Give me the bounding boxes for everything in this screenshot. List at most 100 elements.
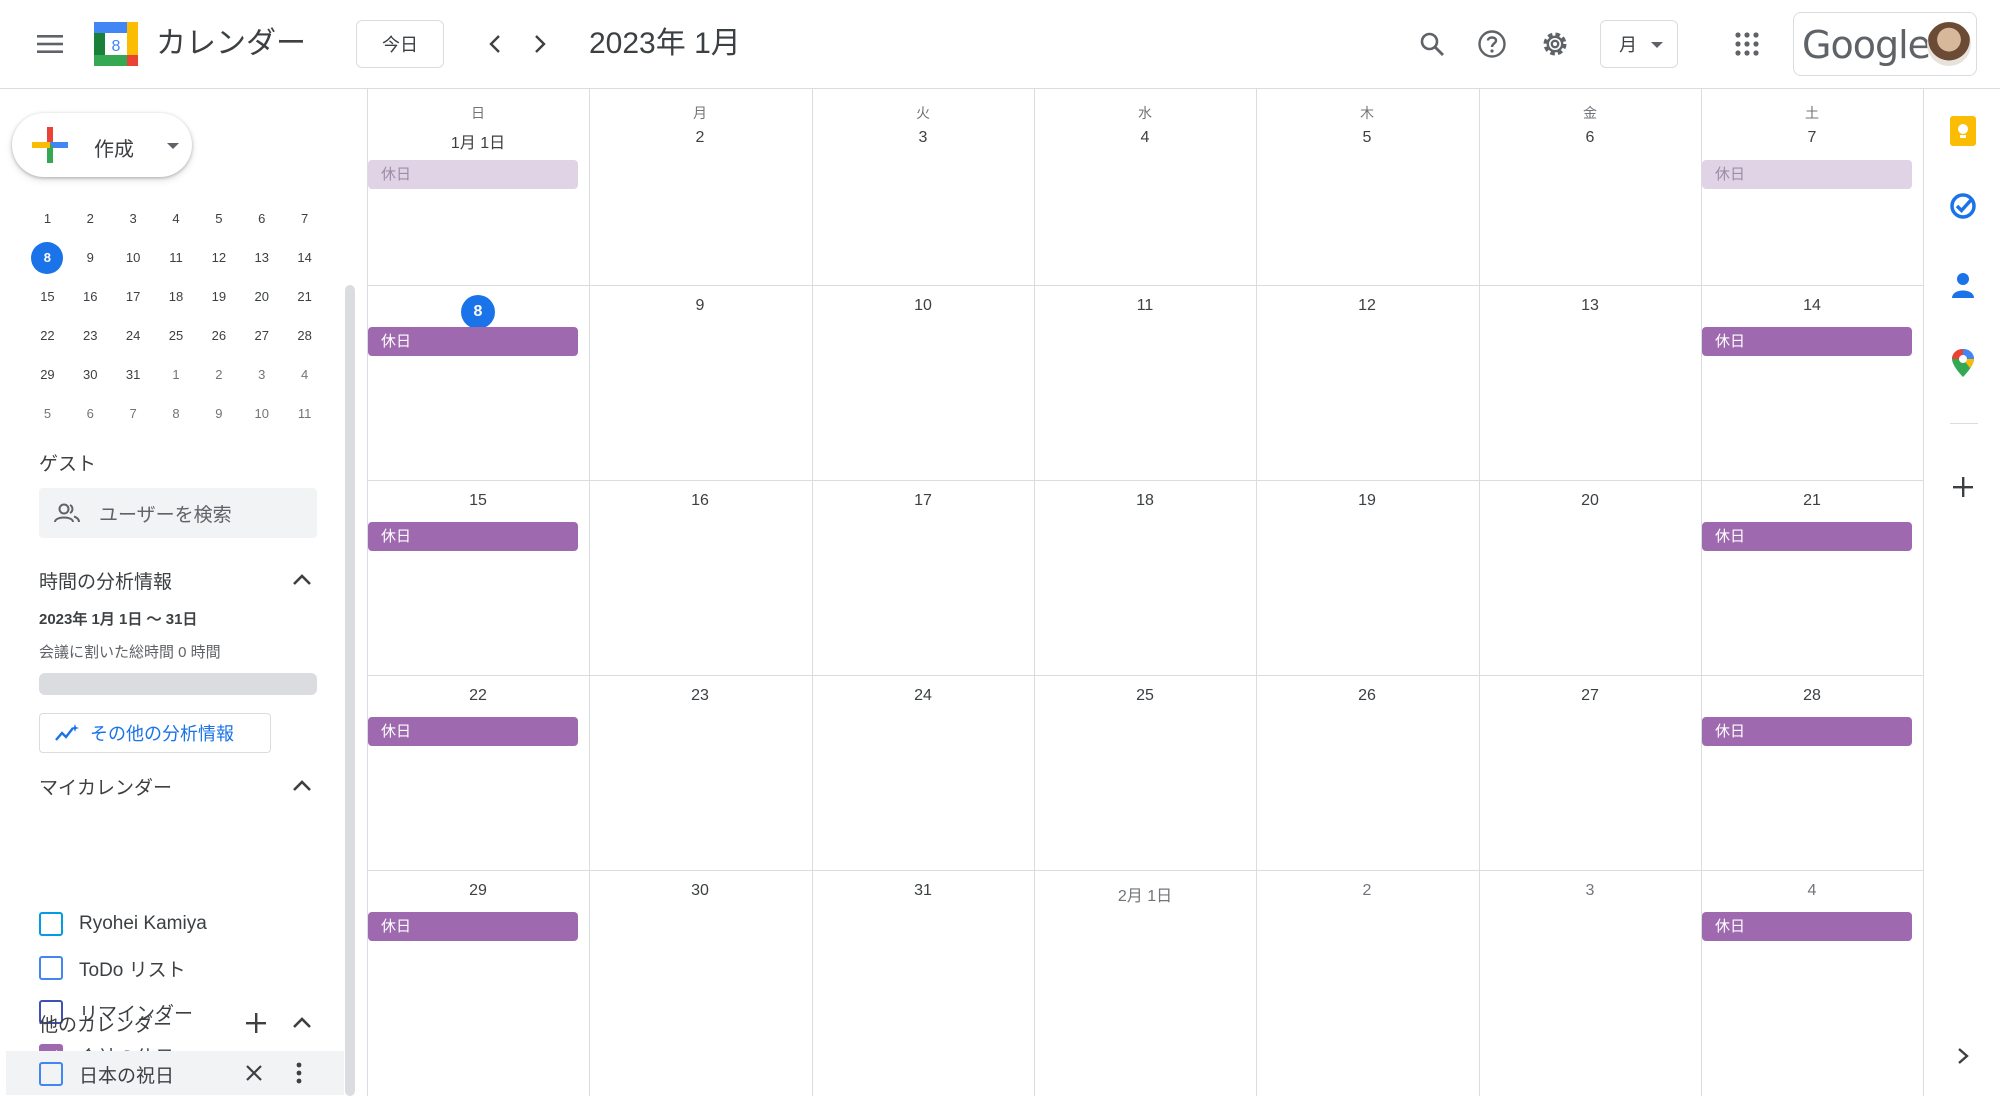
mini-calendar-day[interactable]: 20 <box>240 277 283 316</box>
sidebar-scrollbar[interactable] <box>345 285 355 1096</box>
mini-calendar-day[interactable]: 14 <box>283 238 326 277</box>
date-number[interactable]: 21 <box>1701 492 1923 510</box>
mini-calendar-day[interactable]: 13 <box>240 238 283 277</box>
create-button[interactable]: 作成 <box>12 113 192 177</box>
date-number[interactable]: 16 <box>589 492 811 510</box>
maps-icon[interactable] <box>1943 343 1983 383</box>
apps-grid-icon[interactable] <box>1727 24 1767 64</box>
mini-calendar-day[interactable]: 1 <box>26 199 69 238</box>
calendar-checkbox[interactable] <box>39 912 63 936</box>
view-switcher-dropdown[interactable]: 月 <box>1600 20 1678 68</box>
mini-calendar-day[interactable]: 9 <box>197 394 240 433</box>
mini-calendar-day[interactable]: 6 <box>69 394 112 433</box>
mini-calendar-day[interactable]: 4 <box>283 355 326 394</box>
remove-calendar-icon[interactable] <box>240 1059 268 1087</box>
date-number[interactable]: 13 <box>1479 297 1701 315</box>
day-cell[interactable] <box>812 89 1034 284</box>
day-cell[interactable] <box>1479 89 1701 284</box>
mini-calendar-day[interactable]: 11 <box>155 238 198 277</box>
date-number[interactable]: 10 <box>812 297 1034 315</box>
date-number[interactable]: 2月 1日 <box>1034 882 1256 906</box>
day-cell[interactable] <box>589 89 811 284</box>
mini-calendar-day[interactable]: 18 <box>155 277 198 316</box>
mini-calendar-day[interactable]: 24 <box>112 316 155 355</box>
holiday-event-chip[interactable]: 休日 <box>1702 717 1912 746</box>
mini-calendar-day[interactable]: 8 <box>155 394 198 433</box>
mini-calendar-day[interactable]: 17 <box>112 277 155 316</box>
holiday-event-chip[interactable]: 休日 <box>1702 160 1912 189</box>
contacts-icon[interactable] <box>1943 265 1983 305</box>
calendar-options-icon[interactable] <box>285 1059 313 1087</box>
search-icon[interactable] <box>1412 24 1452 64</box>
mini-calendar-day[interactable]: 11 <box>283 394 326 433</box>
holiday-event-chip[interactable]: 休日 <box>1702 522 1912 551</box>
previous-month-icon[interactable] <box>477 26 513 62</box>
collapse-insights-icon[interactable] <box>288 566 316 594</box>
date-number[interactable]: 29 <box>367 882 589 900</box>
date-number[interactable]: 24 <box>812 687 1034 705</box>
holiday-event-chip[interactable]: 休日 <box>368 160 578 189</box>
help-icon[interactable] <box>1472 24 1512 64</box>
mini-calendar-day[interactable]: 6 <box>240 199 283 238</box>
mini-calendar-day[interactable]: 3 <box>112 199 155 238</box>
date-number[interactable]: 6 <box>1479 129 1701 147</box>
add-other-calendar-icon[interactable] <box>242 1009 270 1037</box>
mini-calendar-day[interactable]: 10 <box>240 394 283 433</box>
date-number[interactable]: 11 <box>1034 297 1256 315</box>
date-number[interactable]: 26 <box>1256 687 1478 705</box>
date-number[interactable]: 23 <box>589 687 811 705</box>
calendar-item[interactable]: ToDo リスト <box>39 952 186 984</box>
next-month-icon[interactable] <box>522 26 558 62</box>
expand-panel-icon[interactable] <box>1943 1036 1983 1076</box>
date-number[interactable]: 7 <box>1701 129 1923 147</box>
mini-calendar-day[interactable]: 23 <box>69 316 112 355</box>
guest-search-input[interactable]: ユーザーを検索 <box>39 488 317 538</box>
calendar-item[interactable]: Ryohei Kamiya <box>39 908 207 940</box>
holiday-event-chip[interactable]: 休日 <box>368 717 578 746</box>
settings-gear-icon[interactable] <box>1535 24 1575 64</box>
date-number[interactable]: 19 <box>1256 492 1478 510</box>
mini-calendar-day[interactable]: 27 <box>240 316 283 355</box>
date-number[interactable]: 18 <box>1034 492 1256 510</box>
date-number[interactable]: 3 <box>812 129 1034 147</box>
date-number[interactable]: 27 <box>1479 687 1701 705</box>
holiday-event-chip[interactable]: 休日 <box>368 522 578 551</box>
calendar-checkbox[interactable] <box>39 1062 63 1086</box>
day-cell[interactable] <box>1256 89 1478 284</box>
mini-calendar-day[interactable]: 26 <box>197 316 240 355</box>
user-avatar[interactable] <box>1927 22 1971 66</box>
date-number[interactable]: 31 <box>812 882 1034 900</box>
mini-calendar-day[interactable]: 28 <box>283 316 326 355</box>
mini-calendar-day[interactable]: 22 <box>26 316 69 355</box>
today-button[interactable]: 今日 <box>356 20 444 68</box>
date-number[interactable]: 3 <box>1479 882 1701 900</box>
date-number[interactable]: 12 <box>1256 297 1478 315</box>
date-number[interactable]: 2 <box>1256 882 1478 900</box>
collapse-my-calendars-icon[interactable] <box>288 772 316 800</box>
mini-calendar-today[interactable]: 8 <box>26 238 69 277</box>
keep-icon[interactable] <box>1943 111 1983 151</box>
calendar-logo-icon[interactable]: 8 <box>94 22 138 66</box>
mini-calendar-day[interactable]: 21 <box>283 277 326 316</box>
more-insights-button[interactable]: その他の分析情報 <box>39 713 271 753</box>
mini-calendar-day[interactable]: 25 <box>155 316 198 355</box>
date-number[interactable]: 9 <box>589 297 811 315</box>
today-date-number[interactable]: 8 <box>367 295 589 329</box>
mini-calendar-day[interactable]: 30 <box>69 355 112 394</box>
holiday-event-chip[interactable]: 休日 <box>1702 327 1912 356</box>
tasks-icon[interactable] <box>1943 186 1983 226</box>
mini-calendar-day[interactable]: 4 <box>155 199 198 238</box>
date-number[interactable]: 22 <box>367 687 589 705</box>
date-number[interactable]: 28 <box>1701 687 1923 705</box>
mini-calendar-day[interactable]: 15 <box>26 277 69 316</box>
date-number[interactable]: 1月 1日 <box>367 129 589 153</box>
holiday-event-chip[interactable]: 休日 <box>1702 912 1912 941</box>
date-number[interactable]: 25 <box>1034 687 1256 705</box>
mini-calendar-day[interactable]: 3 <box>240 355 283 394</box>
main-menu-icon[interactable] <box>30 24 70 64</box>
day-cell[interactable] <box>1034 89 1256 284</box>
holiday-event-chip[interactable]: 休日 <box>368 912 578 941</box>
date-number[interactable]: 17 <box>812 492 1034 510</box>
date-number[interactable]: 4 <box>1034 129 1256 147</box>
date-number[interactable]: 2 <box>589 129 811 147</box>
